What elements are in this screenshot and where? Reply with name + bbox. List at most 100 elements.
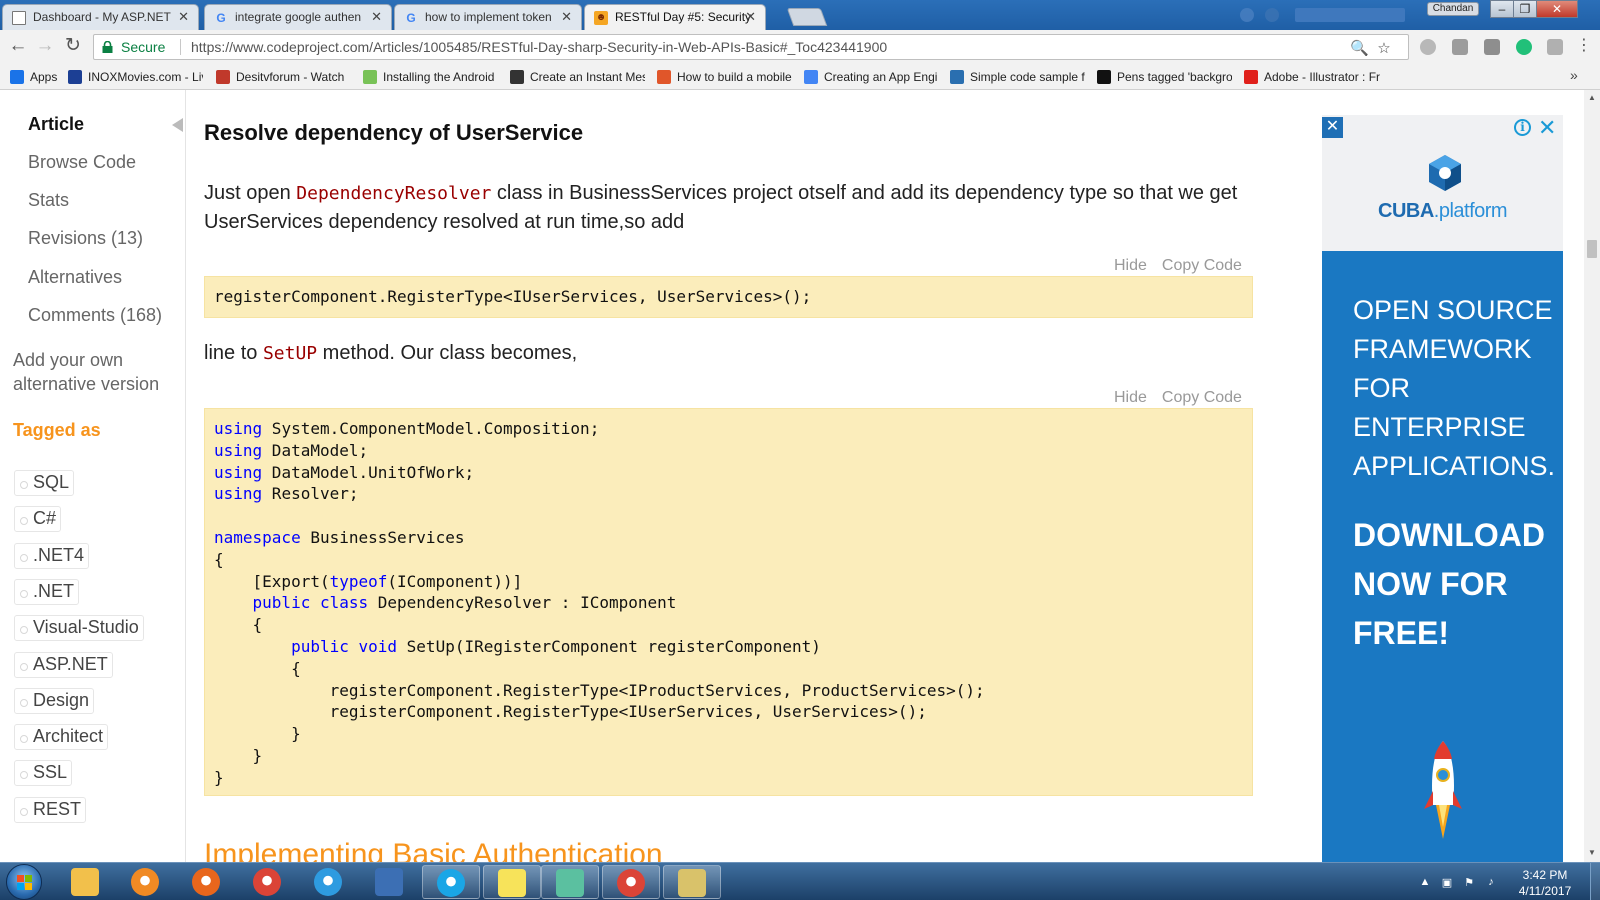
tag-label: .NET4 [33, 544, 85, 565]
code-text: registerComponent.RegisterType<IProductS… [214, 680, 985, 700]
ad-dismiss-icon[interactable]: ✕ [1538, 115, 1556, 141]
hide-code-link[interactable]: Hide [1114, 257, 1147, 274]
ad-info-icon[interactable]: i [1514, 119, 1531, 136]
user-profile-button[interactable]: Chandan [1427, 2, 1479, 16]
bookmark-item[interactable]: Creating an App Engi [804, 69, 938, 85]
tag-label: Design [33, 689, 90, 710]
g-extension-icon[interactable] [1452, 39, 1468, 55]
tag-chip[interactable]: Architect [14, 724, 109, 751]
scroll-up-arrow[interactable]: ▲ [1588, 93, 1596, 102]
hide-code-link[interactable]: Hide [1114, 389, 1147, 406]
taskbar-item[interactable] [602, 865, 660, 899]
windows-explorer-icon [71, 868, 99, 896]
sidebar-link-browse-code[interactable]: Browse Code [28, 152, 136, 173]
tab-title: Dashboard - My ASP.NET [33, 10, 171, 24]
sidebar-link-stats[interactable]: Stats [28, 190, 69, 211]
bookmarks-overflow-button[interactable]: » [1570, 67, 1578, 83]
advertisement[interactable]: ✕ i ✕ CUBA.platform OPEN SOURCE FRAMEWOR… [1322, 115, 1563, 862]
scroll-down-arrow[interactable]: ▼ [1588, 848, 1596, 857]
bookmark-item[interactable]: Create an Instant Mes [510, 69, 645, 85]
globe-extension-icon[interactable] [1420, 39, 1436, 55]
tab-2[interactable]: Gintegrate google authen ✕ [204, 4, 392, 30]
bookmark-star-icon[interactable]: ☆ [1375, 37, 1393, 57]
tab-title: RESTful Day #5: Security [615, 10, 752, 24]
tag-chip[interactable]: ASP.NET [14, 651, 113, 678]
sidebar-link-comments[interactable]: Comments (168) [28, 305, 162, 326]
bookmark-favicon-icon [10, 70, 24, 84]
bookmark-item[interactable]: Simple code sample fo [950, 69, 1085, 85]
volume-muted-icon[interactable]: ♪ [1484, 876, 1498, 888]
forward-button[interactable]: → [34, 36, 56, 58]
taskbar-item[interactable] [663, 865, 721, 899]
bookmark-item[interactable]: Apps [10, 69, 62, 85]
tab-close-icon[interactable]: ✕ [178, 9, 189, 25]
address-bar[interactable]: Secure https://www.codeproject.com/Artic… [93, 34, 1409, 60]
minimize-button[interactable]: – [1490, 0, 1514, 18]
copy-code-link[interactable]: Copy Code [1162, 257, 1242, 274]
back-button[interactable]: ← [7, 36, 29, 58]
menu-icon[interactable]: ⋮ [1573, 36, 1595, 58]
taskbar-item[interactable] [361, 865, 419, 899]
taskbar-item[interactable] [57, 865, 115, 899]
paragraph-text: method. Our class becomes, [317, 342, 578, 364]
maximize-button[interactable]: ❐ [1513, 0, 1537, 18]
upload-extension-icon[interactable] [1547, 39, 1563, 55]
taskbar-item[interactable] [178, 865, 236, 899]
reload-button[interactable]: ↻ [62, 36, 84, 58]
bookmark-item[interactable]: INOXMovies.com - Liv [68, 69, 203, 85]
start-button[interactable] [6, 864, 42, 900]
tag-chip[interactable]: Design [14, 687, 95, 714]
system-clock[interactable]: 3:42 PM 4/11/2017 [1505, 867, 1585, 899]
bookmark-item[interactable]: Desitvforum - Watch [216, 69, 350, 85]
bookmark-item[interactable]: How to build a mobile [657, 69, 792, 85]
tab-1[interactable]: Dashboard - My ASP.NET ✕ [2, 4, 199, 30]
vertical-scrollbar[interactable]: ▲ ▼ [1584, 90, 1600, 862]
camera-extension-icon[interactable] [1484, 39, 1500, 55]
taskbar-item[interactable] [300, 865, 358, 899]
taskbar-item[interactable] [422, 865, 480, 899]
copy-code-link[interactable]: Copy Code [1162, 389, 1242, 406]
ad-call-to-action[interactable]: DOWNLOAD NOW FOR FREE! [1353, 511, 1558, 658]
scroll-thumb[interactable] [1587, 240, 1597, 258]
show-desktop-button[interactable] [1590, 863, 1600, 900]
bookmark-item[interactable]: Adobe - Illustrator : Fr [1244, 69, 1384, 85]
window-close-button[interactable]: ✕ [1536, 0, 1578, 18]
url-text[interactable]: https://www.codeproject.com/Articles/100… [191, 35, 887, 59]
sidebar-link-article[interactable]: Article [28, 114, 84, 135]
bookmark-label: Apps [30, 70, 58, 84]
tab-close-icon[interactable]: ✕ [561, 9, 572, 25]
profile-icon[interactable] [1240, 8, 1254, 22]
code-line: } [214, 745, 1243, 767]
bookmark-item[interactable]: Pens tagged 'backgro [1097, 69, 1232, 85]
taskbar-item[interactable] [483, 865, 541, 899]
taskbar-item[interactable] [541, 865, 599, 899]
new-tab-button[interactable] [786, 8, 828, 26]
taskbar-item[interactable] [239, 865, 297, 899]
tag-chip[interactable]: C# [14, 506, 62, 533]
tag-chip[interactable]: SQL [14, 470, 75, 496]
tag-chip[interactable]: .NET4 [14, 542, 90, 569]
notification-icon[interactable] [1265, 8, 1279, 22]
grammarly-extension-icon[interactable] [1516, 39, 1532, 55]
sidebar-link-revisions[interactable]: Revisions (13) [28, 228, 143, 249]
code-text: System.ComponentModel.Composition; [262, 419, 600, 438]
tag-chip[interactable]: Visual-Studio [14, 615, 144, 642]
sidebar-link-alternatives[interactable]: Alternatives [28, 267, 122, 288]
network-icon[interactable]: ▣ [1440, 876, 1454, 889]
ad-close-icon[interactable]: ✕ [1322, 117, 1343, 138]
collapse-sidebar-icon[interactable] [172, 118, 183, 132]
bookmark-item[interactable]: Installing the Android [363, 69, 498, 85]
tag-chip[interactable]: SSL [14, 760, 73, 787]
add-alternative-link[interactable]: Add your own alternative version [13, 348, 178, 396]
zoom-icon[interactable]: 🔍 [1350, 37, 1369, 57]
taskbar-item[interactable] [117, 865, 175, 899]
tag-chip[interactable]: .NET [14, 578, 80, 605]
tab-close-icon[interactable]: ✕ [745, 9, 756, 25]
tab-close-icon[interactable]: ✕ [371, 9, 382, 25]
action-center-flag-icon[interactable]: ⚑ [1462, 876, 1476, 889]
bookmark-favicon-icon [1097, 70, 1111, 84]
tab-4[interactable]: ☻ RESTful Day #5: Security ✕ [584, 4, 766, 30]
tag-chip[interactable]: REST [14, 796, 87, 823]
tab-3[interactable]: Ghow to implement token ✕ [394, 4, 582, 30]
show-hidden-icons[interactable]: ▲ [1418, 876, 1432, 888]
